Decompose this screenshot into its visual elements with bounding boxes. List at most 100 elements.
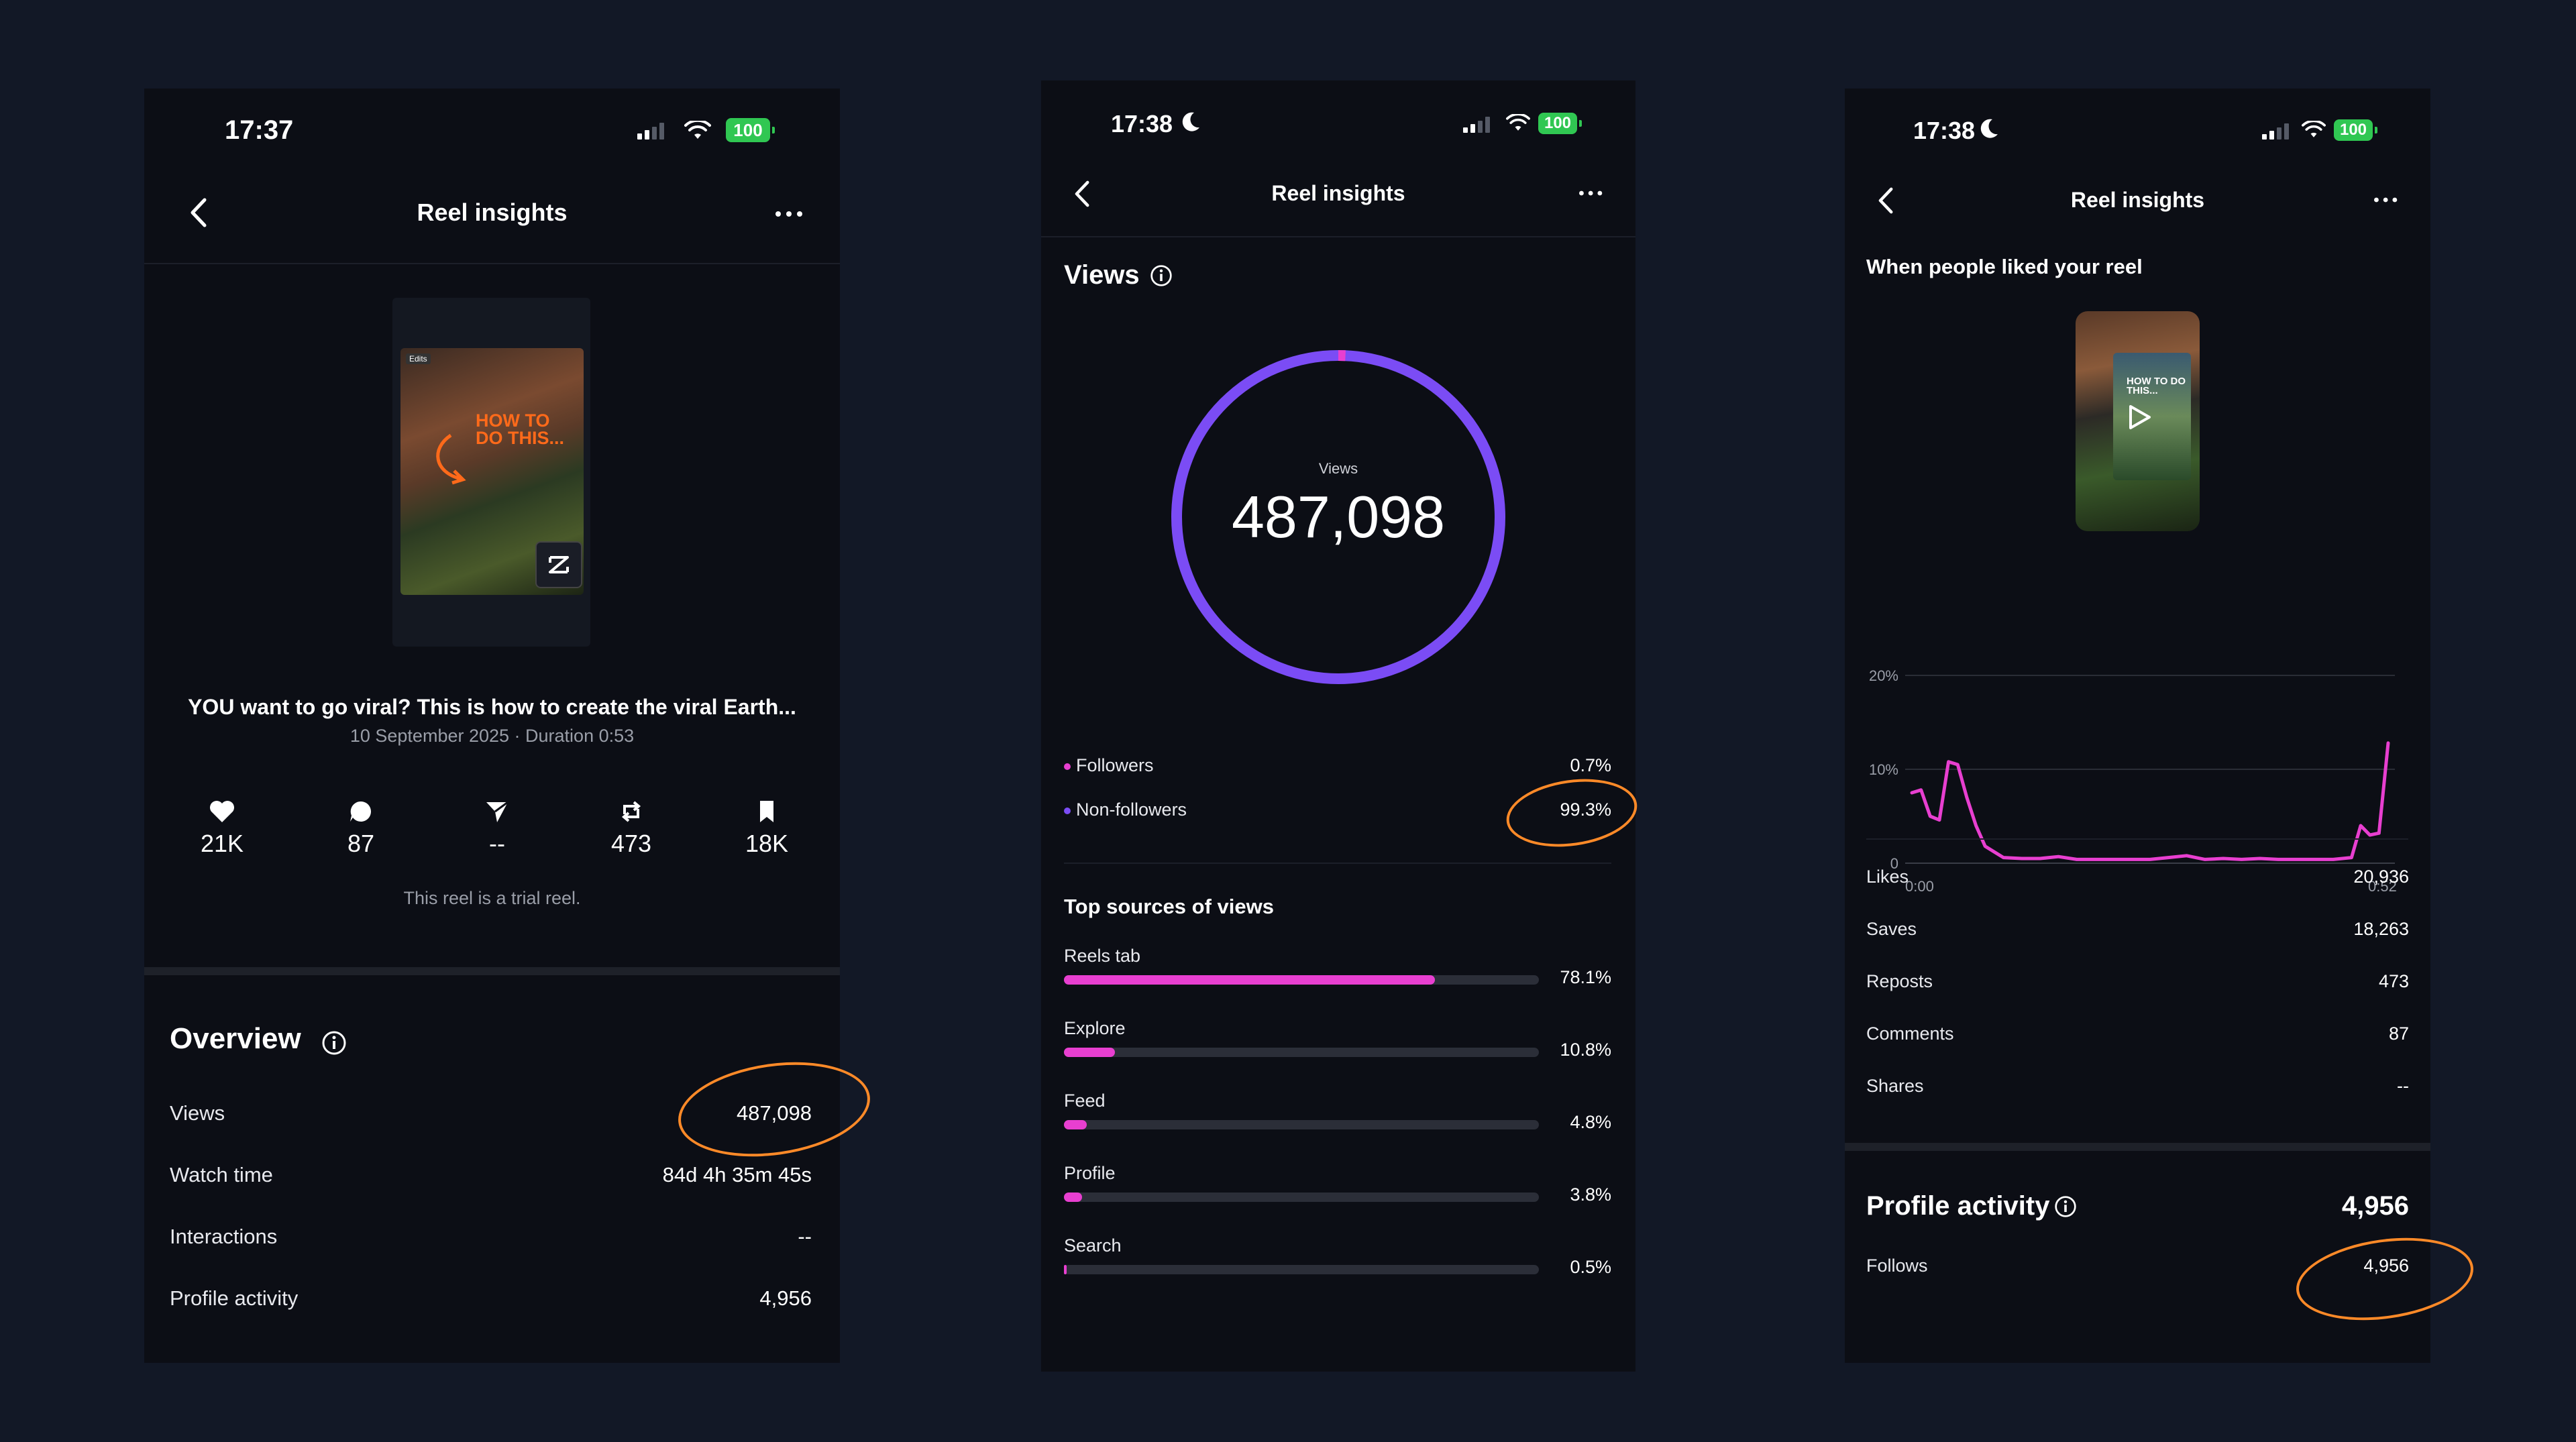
source-bar-track [1064,1265,1539,1274]
overview-profile-activity-value: 4,956 [759,1286,812,1310]
signal-icon [2262,123,2289,140]
signal-icon [637,122,664,140]
stat-comments-value: 87 [347,830,375,857]
stat-likes-value: 21K [200,830,244,857]
source-bar-fill [1064,1048,1116,1057]
overview-profile-activity-label: Profile activity [170,1286,299,1310]
nonfollowers-label-text: Non-followers [1076,799,1187,820]
edits-badge: Edits [406,353,431,364]
followers-value: 0.7% [1570,755,1611,775]
source-label: Reels tab [1064,946,1141,966]
source-bar-track [1064,975,1539,985]
sources-title: Top sources of views [1064,895,1274,918]
metric-saves-label: Saves [1866,919,1917,939]
moon-icon [1980,119,1998,138]
source-value: 10.8% [1560,1040,1611,1060]
capcut-icon[interactable] [535,541,582,588]
source-bar-track [1064,1048,1539,1057]
share-icon [486,801,508,822]
status-time: 17:37 [225,115,294,145]
heart-icon [210,801,234,822]
source-value: 0.5% [1570,1257,1611,1277]
source-value: 3.8% [1570,1184,1611,1205]
source-value: 78.1% [1560,967,1611,987]
battery-indicator: 100 [1538,113,1582,134]
overview-interactions-value: -- [798,1225,812,1248]
followers-label: Followers [1064,755,1154,776]
source-value: 4.8% [1570,1112,1611,1132]
status-time: 17:38 [1913,117,1976,144]
section-separator [1845,1143,2430,1151]
donut-center-label: Views [1318,460,1358,477]
metric-reposts-label: Reposts [1866,971,1933,991]
header-title: Reel insights [417,199,568,226]
source-label: Explore [1064,1018,1126,1038]
stat-shares-value: -- [489,830,505,857]
status-time: 17:38 [1111,110,1173,137]
section-divider [1064,863,1611,864]
nonfollowers-legend-dot [1064,807,1071,814]
info-icon[interactable] [321,1030,347,1056]
phone-screen-interactions: 17:38 100 Reel insights When people like… [1845,89,2430,1363]
header-divider [144,263,840,264]
source-label: Search [1064,1235,1122,1256]
header-title: Reel insights [1271,181,1405,205]
metric-shares-label: Shares [1866,1076,1924,1096]
followers-legend-dot [1064,763,1071,770]
metric-likes-label: Likes [1866,867,1909,887]
header-title: Reel insights [2070,188,2205,212]
stat-comments: 87 [334,799,388,858]
metric-comments-value: 87 [2388,1023,2409,1044]
source-bar-track [1064,1193,1539,1202]
info-icon[interactable] [2054,1195,2077,1218]
likes-chart-title: When people liked your reel [1866,255,2143,278]
metric-shares-value: -- [2397,1076,2409,1096]
repost-icon [621,801,641,822]
wifi-icon [1506,114,1530,131]
header-divider [1041,236,1635,237]
profile-activity-title: Profile activity [1866,1191,2050,1221]
wifi-icon [2302,121,2326,137]
phone-screen-views: 17:38 100 Reel insights Views Views 487,… [1041,80,1635,1372]
donut-center-value: 487,098 [1231,484,1446,550]
bookmark-icon [760,801,773,822]
x-tick-label: 0:00 [1905,878,1934,895]
metric-comments-label: Comments [1866,1023,1954,1044]
thumbnail-overlay-text: HOW TO DO THIS... [2127,376,2186,396]
stat-shares: -- [470,799,524,858]
source-label: Feed [1064,1091,1106,1111]
likes-line-chart: 010%20%0:00 0:52 [1869,667,2397,895]
wifi-icon [684,121,711,139]
likes-chart-thumbnail[interactable]: HOW TO DO THIS... [2076,311,2200,531]
profile-activity-total: 4,956 [2341,1191,2409,1221]
more-options-icon[interactable] [1576,189,1606,197]
y-tick-label: 10% [1869,761,1898,778]
source-bar-fill [1064,1193,1082,1202]
metric-likes-value: 20,936 [2353,867,2409,887]
nonfollowers-label: Non-followers [1064,799,1187,820]
source-bar-fill [1064,1120,1087,1129]
views-title: Views [1064,260,1140,290]
curved-arrow-icon [436,433,466,485]
more-options-icon[interactable] [2371,196,2401,204]
overview-watch-time-value: 84d 4h 35m 45s [662,1163,812,1186]
metric-saves-value: 18,263 [2353,919,2409,939]
likes-series-line [1910,741,2390,861]
stat-reposts-value: 473 [610,830,652,857]
follows-label: Follows [1866,1256,1928,1276]
phone-screen-overview: 17:37 100 Reel insights Edits HOW TO DO … [144,89,840,1363]
battery-indicator: 100 [726,118,775,142]
y-tick-label: 20% [1869,667,1898,684]
play-icon[interactable] [2124,402,2153,432]
info-icon[interactable] [1150,264,1173,287]
battery-indicator: 100 [2334,119,2377,141]
comment-icon [350,801,371,822]
thumbnail-overlay-text: HOW TO DO THIS... [476,410,565,448]
followers-label-text: Followers [1076,755,1154,775]
moon-icon [1182,112,1199,131]
reel-meta: 10 September 2025 · Duration 0:53 [350,726,635,746]
reel-thumbnail-frame[interactable]: Edits HOW TO DO THIS... [392,298,590,647]
source-bar-track [1064,1120,1539,1129]
more-options-icon[interactable] [773,209,806,219]
section-separator [144,967,840,975]
